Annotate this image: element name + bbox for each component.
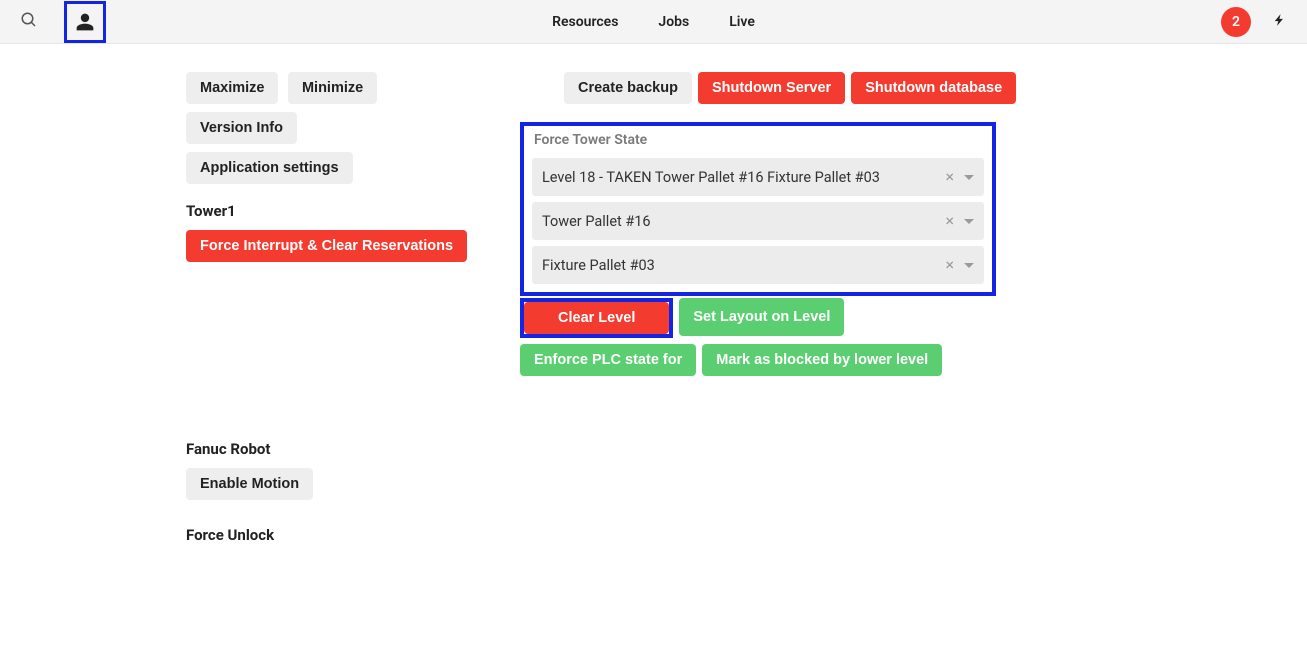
top-nav: Resources Jobs Live (552, 14, 755, 30)
force-unlock-title: Force Unlock (186, 526, 470, 544)
clear-icon[interactable]: × (945, 213, 954, 229)
tower-pallet-value: Tower Pallet #16 (542, 213, 945, 230)
topbar-right: 2 (1221, 7, 1287, 37)
clear-icon[interactable]: × (945, 257, 954, 273)
version-info-button[interactable]: Version Info (186, 112, 297, 144)
mark-blocked-button[interactable]: Mark as blocked by lower level (702, 344, 942, 376)
enable-motion-button[interactable]: Enable Motion (186, 468, 313, 500)
shutdown-database-button[interactable]: Shutdown database (851, 72, 1016, 104)
clear-level-button[interactable]: Clear Level (524, 302, 669, 334)
topbar: Resources Jobs Live 2 (0, 0, 1307, 44)
robot-title: Fanuc Robot (186, 440, 470, 458)
user-icon (75, 12, 95, 32)
set-layout-button[interactable]: Set Layout on Level (679, 298, 844, 336)
application-settings-button[interactable]: Application settings (186, 152, 353, 184)
lightning-icon[interactable] (1273, 10, 1287, 34)
nav-resources[interactable]: Resources (552, 14, 618, 30)
level-select-value: Level 18 - TAKEN Tower Pallet #16 Fixtur… (542, 169, 945, 186)
chevron-down-icon[interactable] (964, 263, 974, 268)
force-tower-state-panel: Force Tower State Level 18 - TAKEN Tower… (520, 122, 996, 296)
maximize-button[interactable]: Maximize (186, 72, 278, 104)
nav-live[interactable]: Live (729, 14, 755, 30)
clear-level-highlight: Clear Level (520, 298, 673, 338)
create-backup-button[interactable]: Create backup (564, 72, 692, 104)
minimize-button[interactable]: Minimize (288, 72, 377, 104)
main-content: Maximize Minimize Version Info Applicati… (0, 44, 1307, 554)
nav-jobs[interactable]: Jobs (658, 14, 689, 30)
chevron-down-icon[interactable] (964, 175, 974, 180)
fixture-pallet-select[interactable]: Fixture Pallet #03 × (532, 246, 984, 284)
topbar-left (20, 1, 106, 43)
enforce-plc-button[interactable]: Enforce PLC state for (520, 344, 696, 376)
shutdown-server-button[interactable]: Shutdown Server (698, 72, 845, 104)
level-select[interactable]: Level 18 - TAKEN Tower Pallet #16 Fixtur… (532, 158, 984, 196)
left-column: Maximize Minimize Version Info Applicati… (0, 72, 470, 554)
tower-title: Tower1 (186, 202, 470, 220)
clear-icon[interactable]: × (945, 169, 954, 185)
fixture-pallet-value: Fixture Pallet #03 (542, 257, 945, 274)
user-avatar-highlight[interactable] (64, 1, 106, 43)
search-icon[interactable] (20, 11, 38, 33)
right-column: Create backup Shutdown Server Shutdown d… (470, 72, 1150, 554)
force-interrupt-button[interactable]: Force Interrupt & Clear Reservations (186, 230, 467, 262)
right-toolbar: Create backup Shutdown Server Shutdown d… (520, 72, 1140, 112)
notification-badge[interactable]: 2 (1221, 7, 1251, 37)
panel-title: Force Tower State (534, 132, 984, 148)
tower-pallet-select[interactable]: Tower Pallet #16 × (532, 202, 984, 240)
chevron-down-icon[interactable] (964, 219, 974, 224)
panel-actions: Clear Level Set Layout on Level Enforce … (520, 298, 1000, 384)
left-toolbar: Maximize Minimize Version Info Applicati… (186, 72, 470, 192)
